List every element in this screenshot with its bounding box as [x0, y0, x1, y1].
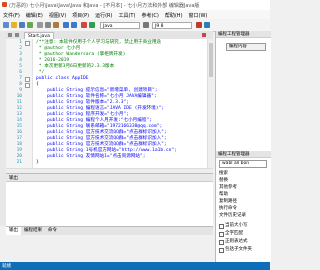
editor-vertical-scrollbar[interactable] [207, 39, 214, 168]
menu-help[interactable]: 帮助(H) [162, 10, 186, 19]
new-file-icon[interactable] [3, 22, 9, 28]
list-item[interactable]: 文件历史记录 [216, 212, 271, 219]
line-gutter: 1 2 3 4 5 6 7 8 9 10 11 12 13 14 15 16 17 18 19 20 21 [6, 39, 33, 168]
line-number: 9 [19, 88, 22, 93]
whole-word-checkbox[interactable] [219, 232, 224, 237]
list-item[interactable]: 复制路径 [216, 198, 271, 205]
list-item[interactable]: 帮助 [216, 191, 271, 198]
fold-toggle-icon[interactable] [25, 77, 30, 82]
code-line[interactable]: * 本次更新3月6日更新的2.3.3版本 [36, 63, 114, 70]
output-header: 输出 [6, 174, 213, 182]
window-title: (万恶的) 七小月\Java\Java\Java 和Java - [不月本] -… [9, 3, 200, 9]
regex-checkbox[interactable] [219, 240, 224, 245]
line-number: 14 [16, 118, 22, 123]
status-bar: 就绪 [0, 262, 270, 270]
app-icon [2, 2, 7, 7]
line-number: 12 [16, 106, 22, 111]
find-icon[interactable] [81, 22, 87, 28]
line-number: 3 [19, 52, 22, 57]
list-item[interactable]: 执行命令 [216, 205, 271, 212]
match-case-label: 当前大小写 [225, 223, 248, 228]
panel-combo-bottom[interactable]: wabl all bon [219, 160, 267, 168]
menu-edit[interactable]: 编辑(E) [23, 10, 46, 19]
fold-toggle-icon[interactable] [25, 83, 30, 88]
line-number: 16 [16, 130, 22, 135]
panel-list: 搜索 替换 其他参考 帮助 复制路径 执行命令 文件历史记录 [216, 170, 271, 219]
menu-window[interactable]: 窗口(W) [186, 10, 211, 19]
project-panel: 编程工程管理器 编程内容 编程工程管理器 wabl all bon 搜索 替换 … [215, 31, 271, 262]
tab-command[interactable]: 命令 [45, 227, 60, 235]
output-body[interactable] [6, 182, 213, 227]
target-combo[interactable]: Java [100, 22, 140, 29]
list-item[interactable]: 其他参考 [216, 184, 271, 191]
stop-icon[interactable] [196, 22, 202, 28]
line-number: 13 [16, 112, 22, 117]
output-panel: 输出 [6, 173, 213, 227]
code-line[interactable]: } [36, 159, 39, 166]
code-editor[interactable]: 1 2 3 4 5 6 7 8 9 10 11 12 13 14 15 16 17 18 19 20 21 /**注意:… [6, 39, 207, 168]
title-bar: (万恶的) 七小月\Java\Java\Java 和Java - [不月本] -… [0, 0, 270, 10]
list-item[interactable]: 替换 [216, 177, 271, 184]
line-number: 4 [19, 58, 22, 63]
redo-icon[interactable] [71, 22, 77, 28]
line-number: 19 [16, 148, 22, 153]
line-number: 15 [16, 124, 22, 129]
line-number: 8 [19, 82, 22, 87]
whole-word-label: 全字匹配 [225, 231, 243, 236]
status-text: 就绪 [2, 264, 11, 269]
subfolder-checkbox[interactable] [219, 248, 224, 253]
subfolder-label: 包括子文件夹 [225, 247, 252, 252]
line-number: 11 [16, 100, 22, 105]
menu-run[interactable]: 运行(R) [92, 10, 115, 19]
regex-label: 正则表达式 [225, 239, 248, 244]
output-title: 输出 [9, 176, 18, 181]
paste-icon[interactable] [53, 22, 59, 28]
list-item[interactable]: 搜索 [216, 170, 271, 177]
menu-reference[interactable]: 参考(C) [138, 10, 161, 19]
tab-compile-result[interactable]: 编程结果 [21, 227, 45, 235]
cut-icon[interactable] [37, 22, 43, 28]
match-case-checkbox[interactable] [219, 224, 224, 229]
line-number: 7 [19, 76, 22, 81]
undo-icon[interactable] [63, 22, 69, 28]
output-tabs: 输出 编程结果 命令 [6, 226, 213, 235]
code-line[interactable]: public class AppIDE [36, 75, 89, 82]
line-number: 20 [16, 154, 22, 159]
menu-file[interactable]: 文件(F) [0, 10, 23, 19]
panel-header-bottom: 编程工程管理器 [216, 151, 271, 158]
menu-project[interactable]: 项目(P) [69, 10, 92, 19]
line-number: 6 [19, 70, 22, 75]
close-icon[interactable] [202, 33, 206, 37]
run-icon[interactable] [89, 22, 95, 28]
line-number: 2 [19, 46, 22, 51]
save-all-icon[interactable] [27, 22, 33, 28]
open-folder-icon[interactable] [11, 22, 17, 28]
line-number: 21 [16, 160, 22, 165]
line-number: 1 [19, 40, 22, 45]
panel-header-top: 编程工程管理器 [216, 31, 271, 38]
tab-scroll-right-icon[interactable] [15, 33, 19, 37]
line-number: 17 [16, 136, 22, 141]
debug-icon[interactable] [204, 22, 210, 28]
panel-combo-top[interactable]: 编程内容 [226, 43, 266, 51]
line-number: 18 [16, 142, 22, 147]
copy-icon[interactable] [45, 22, 51, 28]
tab-scroll-left-icon[interactable] [8, 33, 12, 37]
line-number: 10 [16, 94, 22, 99]
scroll-thumb[interactable] [209, 43, 213, 77]
menu-tools[interactable]: 工具(T) [115, 10, 138, 19]
font-combo[interactable]: J9 8 [152, 22, 192, 29]
tab-output[interactable]: 输出 [6, 227, 21, 235]
chevron-down-icon[interactable] [143, 22, 149, 28]
line-number: 5 [19, 64, 22, 69]
code-line[interactable]: public String 友情网站1="点击资源网站"; [36, 153, 146, 160]
menu-view[interactable]: 视图(V) [46, 10, 69, 19]
fold-toggle-icon[interactable] [25, 41, 30, 46]
save-icon[interactable] [19, 22, 25, 28]
